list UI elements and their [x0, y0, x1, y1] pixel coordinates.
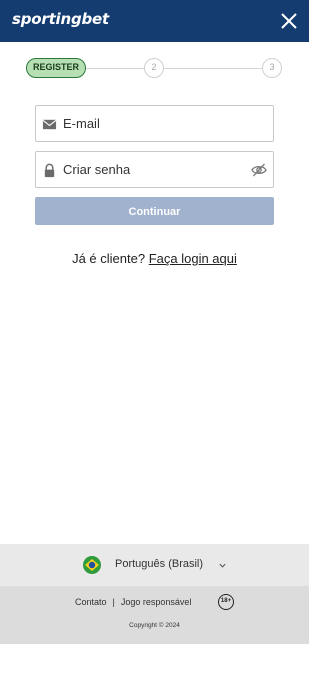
- envelope-icon: [42, 119, 57, 130]
- login-link[interactable]: Faça login aqui: [149, 251, 237, 266]
- email-field[interactable]: [35, 105, 274, 142]
- email-input[interactable]: [63, 106, 243, 141]
- step-2: 2: [144, 58, 164, 78]
- chevron-down-icon[interactable]: [218, 561, 227, 570]
- password-field[interactable]: [35, 151, 274, 188]
- step-3: 3: [262, 58, 282, 78]
- footer: Contato | Jogo responsável 18+ Copyright ©…: [0, 586, 309, 644]
- step-register: REGISTER: [26, 58, 86, 78]
- age-restriction-badge: 18+: [218, 594, 234, 610]
- copyright-text: Copyright © 2024: [129, 622, 180, 629]
- eye-off-icon[interactable]: [251, 162, 267, 178]
- stepper-line: [86, 68, 274, 69]
- app-header: sportingbet: [0, 0, 309, 42]
- responsible-gaming-link[interactable]: Jogo responsável: [121, 597, 192, 607]
- registration-stepper: REGISTER 2 3: [26, 58, 284, 80]
- login-prompt-text: Já é cliente?: [72, 251, 146, 266]
- contact-link[interactable]: Contato: [75, 597, 107, 607]
- close-icon[interactable]: [279, 11, 299, 31]
- footer-separator: |: [112, 597, 115, 607]
- footer-links: Contato | Jogo responsável: [75, 597, 191, 607]
- language-label[interactable]: Português (Brasil): [115, 558, 203, 570]
- password-input[interactable]: [63, 152, 243, 187]
- login-prompt: Já é cliente? Faça login aqui: [0, 251, 309, 266]
- lock-icon: [44, 163, 55, 178]
- continue-button[interactable]: Continuar: [35, 197, 274, 225]
- brazil-flag-icon: [83, 556, 101, 574]
- language-selector[interactable]: Português (Brasil): [0, 544, 309, 586]
- sportingbet-logo: sportingbet: [12, 10, 109, 28]
